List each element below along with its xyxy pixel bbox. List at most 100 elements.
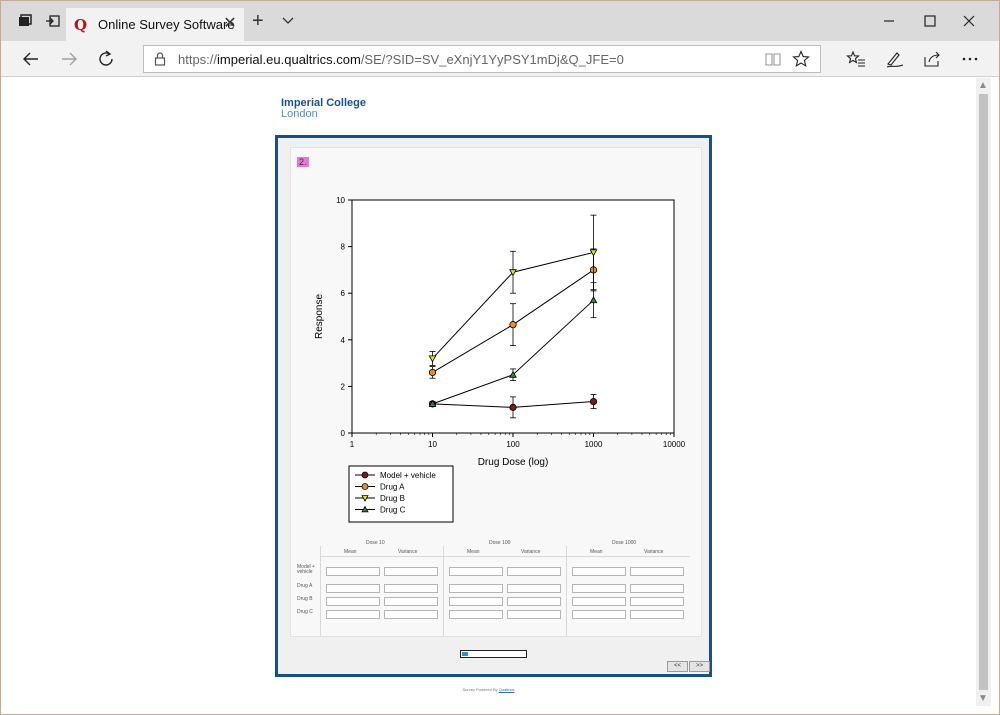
chevron-down-icon[interactable]: [281, 13, 295, 27]
refresh-icon[interactable]: [97, 49, 117, 69]
y-tick-label: 4: [341, 336, 346, 345]
table-divider: [566, 546, 567, 636]
tab-active[interactable]: Q Online Survey Software ✕: [66, 8, 244, 41]
mean-input[interactable]: [449, 597, 503, 606]
qualtrics-favicon-icon: Q: [74, 15, 88, 34]
share-icon[interactable]: [922, 49, 942, 69]
variance-input[interactable]: [507, 610, 561, 619]
data-point: [509, 321, 517, 329]
previous-button[interactable]: <<: [667, 661, 688, 672]
mean-input[interactable]: [326, 584, 380, 593]
powered-by-text: Survey Powered By: [462, 687, 499, 692]
powered-by-footer: Survey Powered By Qualtrics: [1, 687, 976, 692]
tab-restore-icon[interactable]: [45, 13, 61, 29]
variance-input[interactable]: [507, 597, 561, 606]
table-row-label: Model + vehicle: [297, 564, 315, 575]
mean-input[interactable]: [326, 610, 380, 619]
data-point: [361, 483, 369, 490]
variance-input[interactable]: [384, 597, 438, 606]
y-tick-label: 10: [336, 196, 345, 205]
variance-header: Variance: [521, 549, 541, 555]
variance-input[interactable]: [384, 567, 438, 576]
y-tick-label: 6: [341, 289, 346, 298]
more-options-icon[interactable]: [960, 49, 980, 69]
x-tick-label: 100: [506, 440, 520, 449]
mean-input[interactable]: [449, 567, 503, 576]
x-tick-label: 10000: [663, 440, 686, 449]
mean-header: Mean: [467, 549, 480, 555]
y-tick-label: 2: [341, 382, 346, 391]
close-tab-icon[interactable]: ✕: [222, 16, 238, 32]
vertical-scrollbar[interactable]: ▲ ▼: [976, 78, 991, 706]
variance-header: Variance: [398, 549, 418, 555]
qualtrics-link[interactable]: Qualtrics: [499, 687, 515, 692]
maximize-icon[interactable]: [920, 11, 940, 31]
close-window-icon[interactable]: [959, 11, 979, 31]
variance-header: Variance: [644, 549, 664, 555]
dose-response-chart: 1 10 100 1000 10000 0 2 4 6 8 10 Drug Dose (log) Res…: [314, 196, 686, 523]
url-text: https://imperial.eu.qualtrics.com/SE/?SI…: [178, 52, 624, 67]
progress-fill: [462, 652, 469, 656]
mean-input[interactable]: [326, 567, 380, 576]
mean-header: Mean: [344, 549, 357, 555]
scroll-down-icon[interactable]: ▼: [978, 693, 988, 704]
scroll-up-icon[interactable]: ▲: [978, 80, 988, 91]
table-row-label: Drug B: [297, 596, 313, 602]
dose-group-header: Dose 10: [366, 540, 385, 546]
question-container: 2. 1 10 100 1000 10000 0 2 4 6 8 10 Drug Dose (log)…: [290, 147, 702, 637]
legend-label: Drug A: [380, 483, 405, 492]
data-point: [428, 368, 437, 377]
lock-icon: [154, 52, 166, 66]
survey-frame: 2. 1 10 100 1000 10000 0 2 4 6 8 10 Drug Dose (log)…: [275, 135, 712, 677]
mean-input[interactable]: [572, 584, 626, 593]
table-divider: [320, 556, 690, 557]
next-button[interactable]: >>: [689, 661, 710, 672]
x-axis-label: Drug Dose (log): [478, 457, 549, 468]
reading-view-icon[interactable]: [764, 50, 782, 68]
variance-input[interactable]: [630, 597, 684, 606]
x-tick-label: 1: [350, 440, 355, 449]
table-row-label: Drug C: [297, 609, 313, 615]
page-viewport: Imperial College London 2. 1 10 100 1000 100…: [1, 78, 976, 714]
tab-set-aside-icon[interactable]: [17, 13, 33, 29]
table-row-label: Drug A: [297, 583, 313, 589]
data-point: [589, 397, 598, 406]
favorites-hub-icon[interactable]: [846, 49, 866, 69]
mean-input[interactable]: [572, 597, 626, 606]
back-icon[interactable]: [21, 49, 41, 69]
variance-input[interactable]: [507, 584, 561, 593]
dose-group-header: Dose 1000: [612, 540, 637, 546]
favorite-star-icon[interactable]: [792, 50, 810, 68]
browser-window: Q Online Survey Software ✕ + https://imp…: [0, 0, 1000, 715]
imperial-college-logo: Imperial College London: [281, 97, 366, 120]
scroll-thumb[interactable]: [979, 94, 988, 690]
forward-icon[interactable]: [59, 49, 79, 69]
mean-input[interactable]: [572, 567, 626, 576]
legend-label: Drug B: [380, 494, 405, 503]
dose-group-header: Dose 100: [489, 540, 511, 546]
variance-input[interactable]: [384, 584, 438, 593]
variance-input[interactable]: [507, 567, 561, 576]
mean-input[interactable]: [326, 597, 380, 606]
tab-title: Online Survey Software: [98, 17, 235, 32]
variance-input[interactable]: [384, 610, 438, 619]
variance-input[interactable]: [630, 584, 684, 593]
variance-input[interactable]: [630, 567, 684, 576]
minimize-icon[interactable]: [879, 11, 899, 31]
table-divider: [320, 546, 321, 636]
mean-input[interactable]: [449, 584, 503, 593]
address-bar[interactable]: https://imperial.eu.qualtrics.com/SE/?SI…: [143, 45, 821, 73]
data-point: [361, 471, 369, 479]
data-point: [509, 403, 517, 411]
legend-label: Drug C: [380, 506, 406, 515]
mean-input[interactable]: [572, 610, 626, 619]
mean-header: Mean: [590, 549, 603, 555]
y-tick-label: 8: [341, 243, 346, 252]
new-tab-icon[interactable]: +: [252, 11, 264, 31]
navigation-bar: https://imperial.eu.qualtrics.com/SE/?SI…: [1, 41, 999, 77]
web-note-pen-icon[interactable]: [885, 49, 905, 69]
x-tick-label: 1000: [585, 440, 603, 449]
mean-input[interactable]: [449, 610, 503, 619]
legend-label: Model + vehicle: [380, 471, 436, 480]
variance-input[interactable]: [630, 610, 684, 619]
